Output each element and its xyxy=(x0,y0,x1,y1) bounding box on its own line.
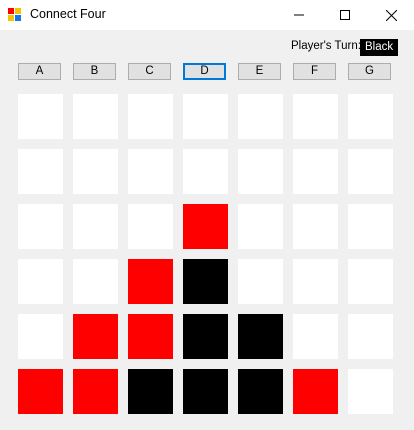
board-cell-a5 xyxy=(18,149,63,194)
board-cell-b6 xyxy=(73,94,118,139)
board-cell-d1 xyxy=(183,369,228,414)
board-cell-c1 xyxy=(128,369,173,414)
board-cell-a3 xyxy=(18,259,63,304)
column-button-e[interactable]: E xyxy=(238,63,281,80)
board-cell-g6 xyxy=(348,94,393,139)
board-cell-e1 xyxy=(238,369,283,414)
board-cell-f6 xyxy=(293,94,338,139)
board-cell-b5 xyxy=(73,149,118,194)
column-button-g[interactable]: G xyxy=(348,63,391,80)
board-cell-c3 xyxy=(128,259,173,304)
board-cell-b4 xyxy=(73,204,118,249)
close-button[interactable] xyxy=(368,0,414,30)
board-cell-b3 xyxy=(73,259,118,304)
column-button-a[interactable]: A xyxy=(18,63,61,80)
board-cell-d4 xyxy=(183,204,228,249)
board-cell-d6 xyxy=(183,94,228,139)
board-cell-e3 xyxy=(238,259,283,304)
window-title: Connect Four xyxy=(30,7,106,21)
board-cell-a2 xyxy=(18,314,63,359)
board-cell-g1 xyxy=(348,369,393,414)
close-icon xyxy=(385,9,397,21)
column-button-f[interactable]: F xyxy=(293,63,336,80)
board-cell-a1 xyxy=(18,369,63,414)
board-cell-d5 xyxy=(183,149,228,194)
minimize-icon xyxy=(294,14,304,16)
maximize-button[interactable] xyxy=(322,0,368,30)
board-cell-f3 xyxy=(293,259,338,304)
board-cell-a4 xyxy=(18,204,63,249)
board-cell-c2 xyxy=(128,314,173,359)
column-button-b[interactable]: B xyxy=(73,63,116,80)
board-cell-g2 xyxy=(348,314,393,359)
board-cell-e4 xyxy=(238,204,283,249)
app-icon xyxy=(8,8,22,22)
board-cell-c4 xyxy=(128,204,173,249)
column-button-d[interactable]: D xyxy=(183,63,226,80)
board-cell-d2 xyxy=(183,314,228,359)
board-cell-d3 xyxy=(183,259,228,304)
board-cell-b1 xyxy=(73,369,118,414)
board-cell-f4 xyxy=(293,204,338,249)
column-button-c[interactable]: C xyxy=(128,63,171,80)
board-cell-g5 xyxy=(348,149,393,194)
board-cell-b2 xyxy=(73,314,118,359)
turn-label: Player's Turn: xyxy=(291,40,361,52)
board-cell-c6 xyxy=(128,94,173,139)
board-cell-c5 xyxy=(128,149,173,194)
board-cell-e5 xyxy=(238,149,283,194)
board-cell-g4 xyxy=(348,204,393,249)
title-bar: Connect Four xyxy=(0,0,414,30)
board-cell-f1 xyxy=(293,369,338,414)
board-cell-f2 xyxy=(293,314,338,359)
board-cell-e2 xyxy=(238,314,283,359)
turn-indicator: Black xyxy=(360,39,399,56)
minimize-button[interactable] xyxy=(276,0,322,30)
board-cell-g3 xyxy=(348,259,393,304)
board-cell-a6 xyxy=(18,94,63,139)
maximize-icon xyxy=(340,10,350,20)
board-cell-f5 xyxy=(293,149,338,194)
board-cell-e6 xyxy=(238,94,283,139)
